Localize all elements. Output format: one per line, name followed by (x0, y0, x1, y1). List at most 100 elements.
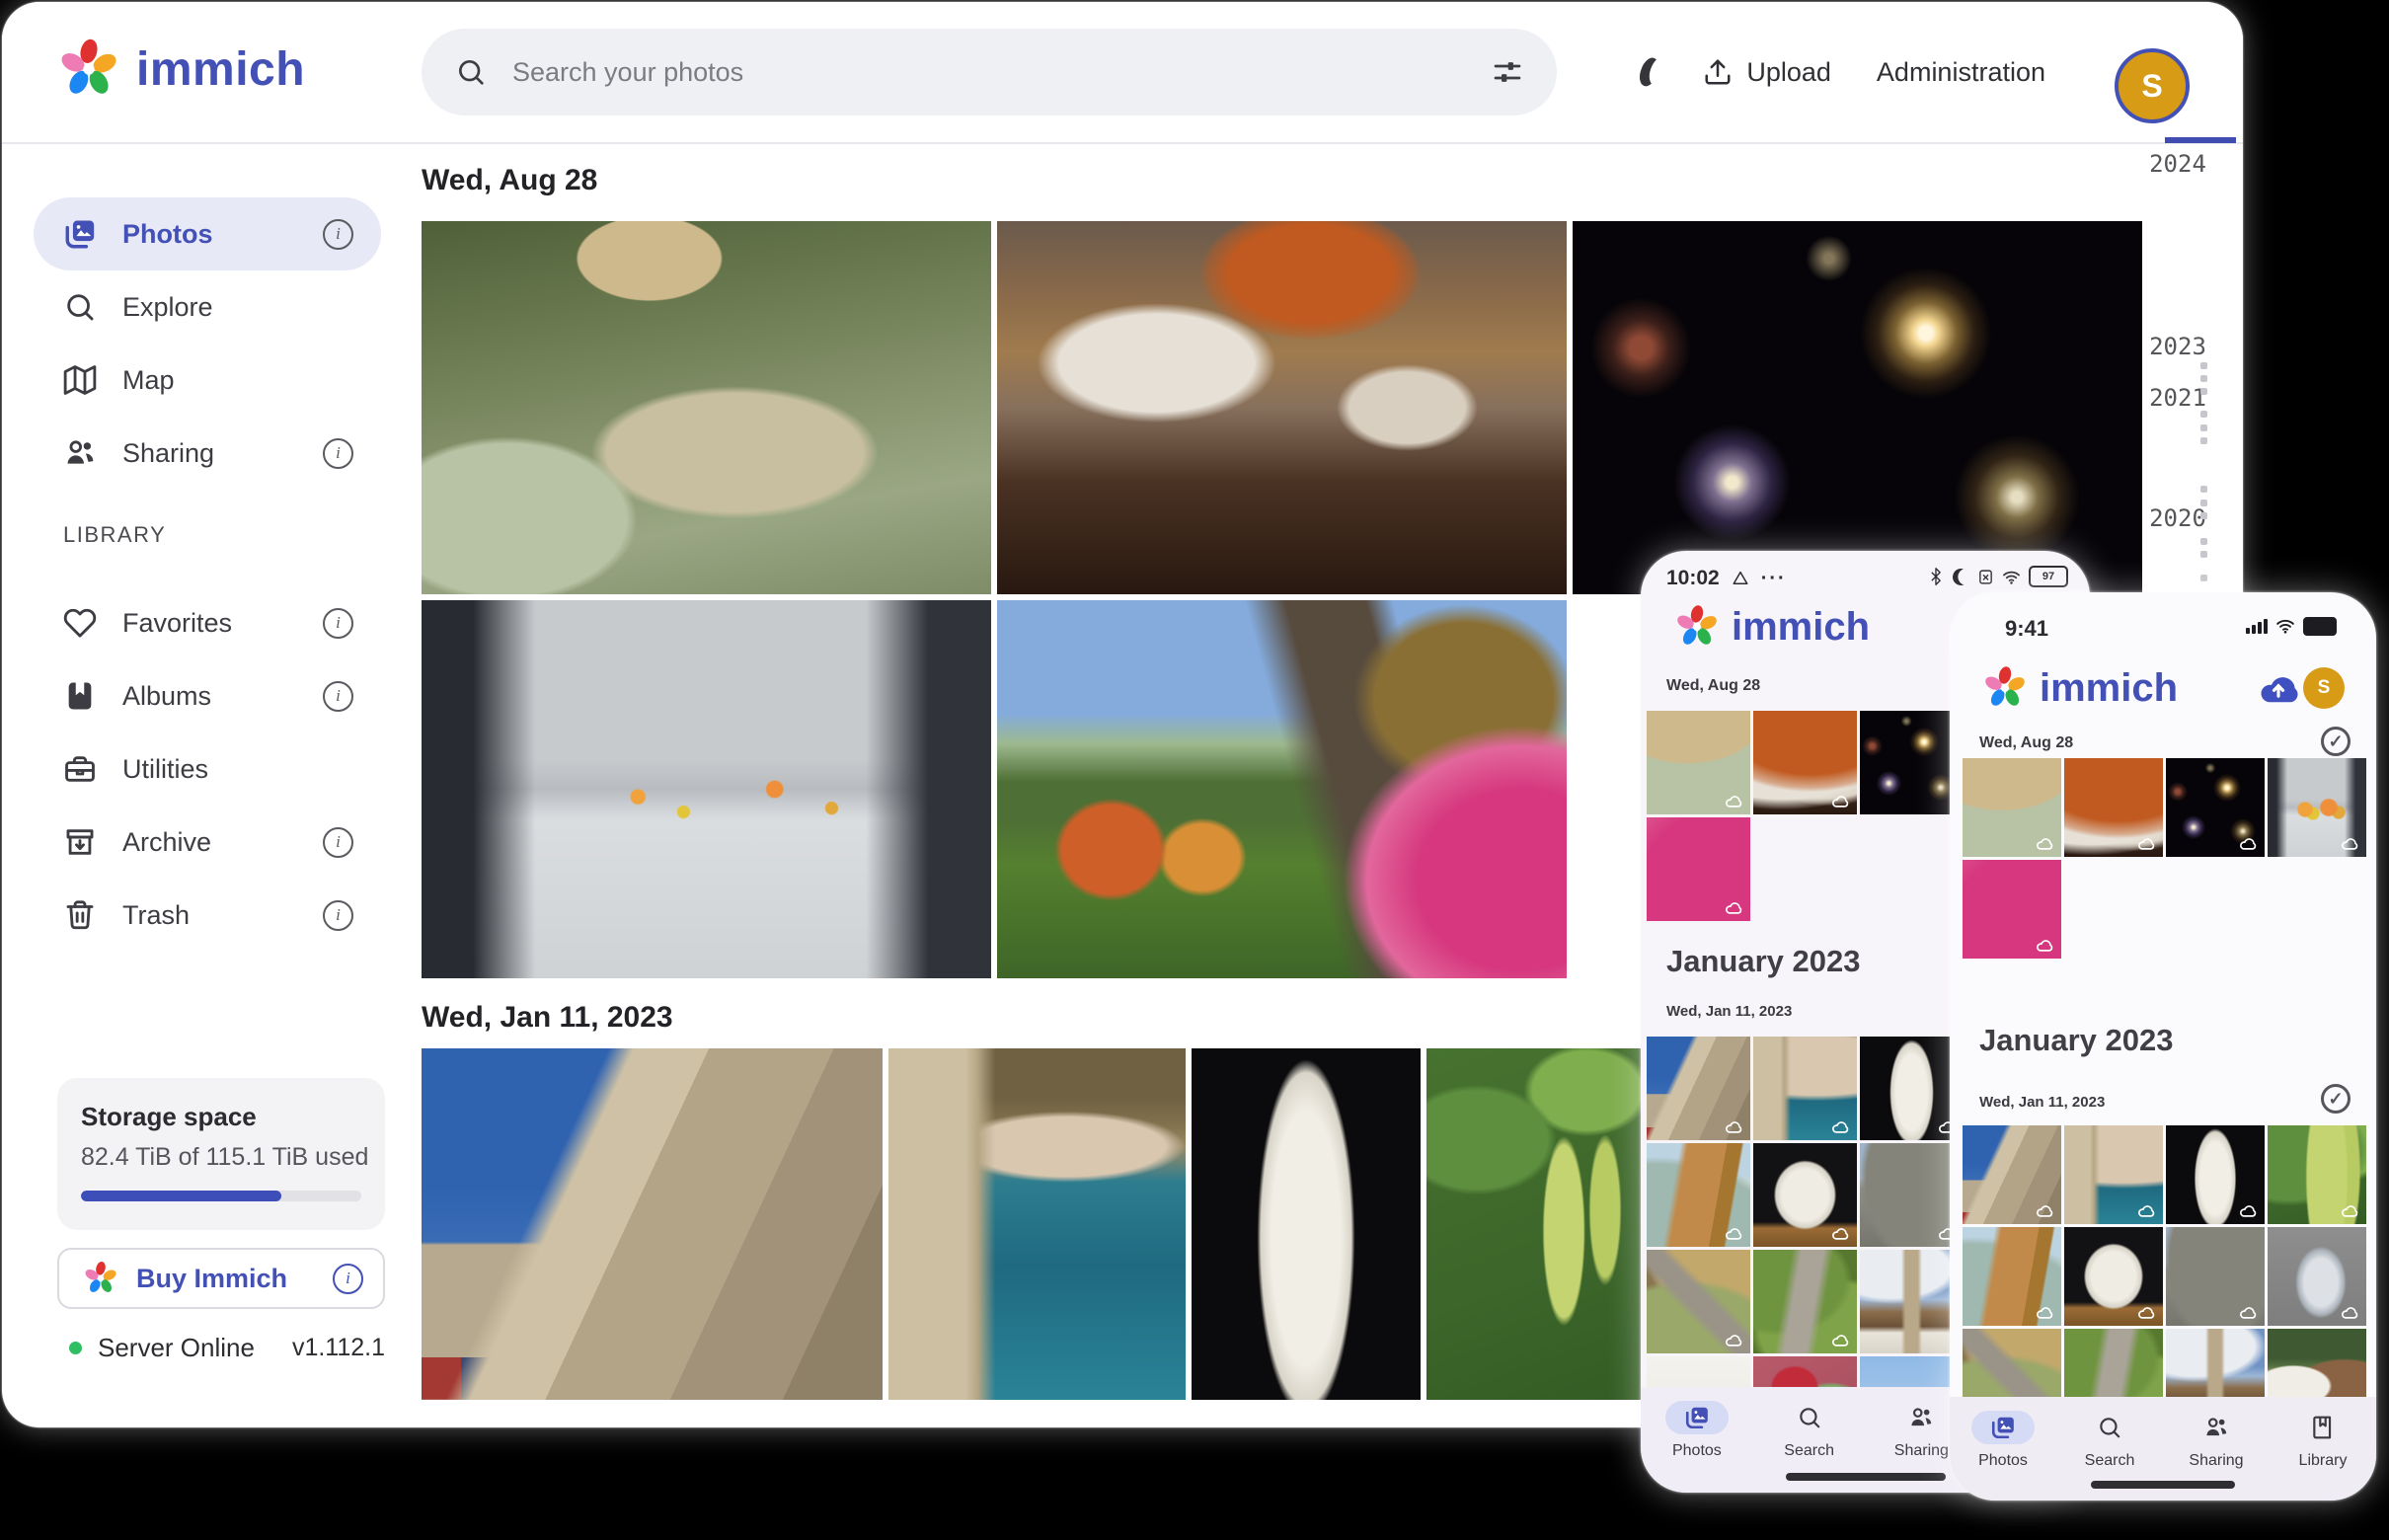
sidebar-item-utilities[interactable]: Utilities (34, 732, 381, 806)
upload-icon (1703, 57, 1733, 87)
month-header: January 2023 (1666, 944, 1860, 979)
photos-icon (1684, 1405, 1710, 1430)
info-icon[interactable]: i (323, 681, 353, 712)
thumb-lizard-leaves[interactable] (1647, 1250, 1750, 1353)
cloud-backup-icon (2034, 937, 2055, 955)
dnd-moon-icon (1951, 566, 1972, 587)
buy-immich-button[interactable]: Buy Immich i (57, 1248, 385, 1309)
select-all-check-icon[interactable]: ✓ (2321, 1084, 2350, 1114)
thumb-holding-hands[interactable] (2268, 758, 2366, 857)
thumb-fortress-walls[interactable] (1963, 1125, 2061, 1224)
thumb-holiday-table[interactable] (1753, 711, 1857, 814)
app-logo-text: immich (2040, 666, 2178, 711)
thumb-castle-ruin[interactable] (2166, 1227, 2265, 1326)
sidebar-item-archive[interactable]: Archive i (34, 806, 381, 879)
cloud-backup-icon (2135, 1304, 2157, 1322)
sidebar-item-map[interactable]: Map (34, 344, 381, 417)
date-group-header: Wed, Aug 28 (1979, 734, 2073, 752)
timeline-year[interactable]: 2024 (2124, 150, 2231, 178)
sidebar-item-label: Map (122, 365, 175, 396)
timeline-year[interactable]: 2023 (2124, 333, 2231, 360)
user-avatar[interactable]: S (2115, 48, 2190, 123)
sidebar-item-sharing[interactable]: Sharing i (34, 417, 381, 490)
timeline-year[interactable]: 2020 (2124, 504, 2231, 532)
thumb-fortress-walls[interactable] (1647, 1037, 1750, 1140)
thumb-sea-grapes[interactable] (2268, 1125, 2366, 1224)
cloud-backup-icon (1723, 1225, 1744, 1243)
thumb-autumn-path[interactable] (1647, 817, 1750, 921)
thumb-beach-cliff[interactable] (1963, 1227, 2061, 1326)
search-filters-icon[interactable] (1492, 56, 1523, 88)
photo-fortress-walls[interactable] (422, 1048, 883, 1400)
sim-missing-icon (1977, 569, 1994, 585)
thumb-zoo-monkeys[interactable] (1647, 711, 1750, 814)
sidebar-item-favorites[interactable]: Favorites i (34, 586, 381, 659)
thumb-beach-cliff[interactable] (1647, 1143, 1750, 1247)
upload-button[interactable]: Upload (1703, 57, 1831, 88)
photo-sea-grapes[interactable] (1426, 1048, 1656, 1400)
thumb-lizard-moss[interactable] (1753, 1250, 1857, 1353)
immich-flower-logo-icon (1982, 665, 2028, 711)
phone-app-logo: immich (1674, 604, 1870, 650)
thumb-castle-ruin[interactable] (1860, 1143, 1964, 1247)
thumb-holiday-table[interactable] (2064, 758, 2163, 857)
administration-link[interactable]: Administration (1877, 57, 2045, 88)
thumb-fireworks[interactable] (1860, 711, 1964, 814)
sidebar-item-explore[interactable]: Explore (34, 270, 381, 344)
info-icon[interactable]: i (323, 900, 353, 931)
nav-tab-photos[interactable]: Photos (1950, 1397, 2056, 1501)
photo-holding-hands[interactable] (422, 600, 991, 978)
search-bar[interactable]: Search your photos (422, 29, 1557, 116)
thumb-marble-bust[interactable] (1860, 1037, 1964, 1140)
info-icon[interactable]: i (323, 827, 353, 858)
thumb-coastal-town[interactable] (2064, 1125, 2163, 1224)
thumb-coastal-town[interactable] (1753, 1037, 1857, 1140)
user-avatar[interactable]: S (2303, 667, 2345, 709)
photo-row (1963, 1227, 2366, 1326)
thumb-zoo-monkeys[interactable] (1963, 758, 2061, 857)
select-all-check-icon[interactable]: ✓ (2321, 727, 2350, 756)
thumb-marble-sculpture[interactable] (1753, 1143, 1857, 1247)
photo-holiday-table[interactable] (997, 221, 1567, 594)
timeline-year[interactable]: 2021 (2124, 384, 2231, 412)
nav-tab-library[interactable]: Library (2270, 1397, 2376, 1501)
sidebar-item-albums[interactable]: Albums i (34, 659, 381, 732)
thumb-silver-ornament[interactable] (2268, 1227, 2366, 1326)
home-indicator[interactable] (2091, 1481, 2235, 1489)
cloud-backup-icon (1723, 1118, 1744, 1136)
info-icon[interactable]: i (323, 219, 353, 250)
nav-label: Search (2085, 1452, 2135, 1470)
date-group-header: Wed, Aug 28 (1666, 677, 1760, 695)
photo-zoo-monkeys[interactable] (422, 221, 991, 594)
immich-flower-logo-icon (83, 1261, 118, 1296)
thumb-marble-sculpture[interactable] (2064, 1227, 2163, 1326)
thumb-fireworks[interactable] (2166, 758, 2265, 857)
app-logo-text: immich (1732, 605, 1870, 650)
battery-icon: 97 (2029, 566, 2068, 587)
nav-tab-photos[interactable]: Photos (1641, 1387, 1753, 1493)
header-actions: Upload Administration (1641, 2, 2045, 142)
sidebar-item-trash[interactable]: Trash i (34, 879, 381, 952)
sidebar-item-photos[interactable]: Photos i (34, 197, 381, 270)
home-indicator[interactable] (1786, 1473, 1946, 1481)
photos-icon (63, 217, 97, 251)
photo-autumn-path[interactable] (997, 600, 1567, 978)
info-icon[interactable]: i (323, 438, 353, 469)
photo-fireworks[interactable] (1573, 221, 2142, 594)
dark-mode-toggle-icon[interactable] (1636, 55, 1662, 89)
cloud-backup-icon (2237, 835, 2259, 853)
phone-app-logo: immich (1982, 665, 2178, 711)
thumb-marble-bust[interactable] (2166, 1125, 2265, 1224)
info-icon[interactable]: i (333, 1264, 363, 1294)
app-logo[interactable]: immich (57, 38, 305, 101)
status-menu-dots: ··· (1761, 568, 1787, 590)
timeline-tick (2200, 551, 2207, 558)
photo-marble-bust[interactable] (1192, 1048, 1421, 1400)
thumb-autumn-path[interactable] (1963, 860, 2061, 959)
search-icon (2097, 1415, 2122, 1440)
photo-row (1963, 860, 2061, 959)
info-icon[interactable]: i (323, 608, 353, 639)
thumb-snowy-church[interactable] (1860, 1250, 1964, 1353)
backup-cloud-button[interactable] (2258, 669, 2299, 711)
photo-coastal-town[interactable] (888, 1048, 1186, 1400)
